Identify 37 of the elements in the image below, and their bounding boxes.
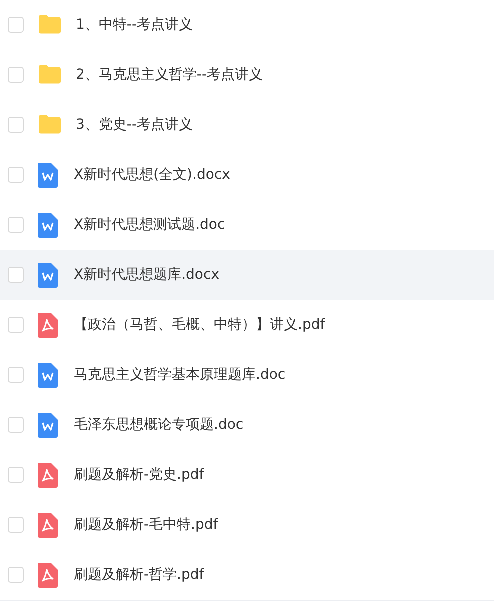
pdf-document-icon (38, 562, 58, 588)
folder-icon (37, 14, 63, 36)
file-name: 刷题及解析-党史.pdf (74, 466, 204, 484)
checkbox[interactable] (8, 117, 24, 133)
pdf-document-icon (38, 462, 58, 488)
word-document-icon (38, 362, 58, 388)
word-document-icon (38, 212, 58, 238)
file-name: 1、中特--考点讲义 (76, 16, 194, 34)
file-name: X新时代思想(全文).docx (74, 166, 230, 184)
checkbox[interactable] (8, 217, 24, 233)
file-name: 毛泽东思想概论专项题.doc (74, 416, 244, 434)
file-name: X新时代思想测试题.doc (74, 216, 226, 234)
file-name: 刷题及解析-毛中特.pdf (74, 516, 218, 534)
file-name: 3、党史--考点讲义 (76, 116, 194, 134)
pdf-document-icon (38, 512, 58, 538)
file-name: 马克思主义哲学基本原理题库.doc (74, 366, 286, 384)
checkbox[interactable] (8, 517, 24, 533)
folder-icon (37, 64, 63, 86)
folder-icon (37, 114, 63, 136)
checkbox[interactable] (8, 267, 24, 283)
checkbox[interactable] (8, 17, 24, 33)
pdf-document-icon (38, 312, 58, 338)
checkbox[interactable] (8, 467, 24, 483)
checkbox[interactable] (8, 67, 24, 83)
file-name: 2、马克思主义哲学--考点讲义 (76, 66, 264, 84)
file-name: 【政治（马哲、毛概、中特）】讲义.pdf (74, 316, 326, 334)
checkbox[interactable] (8, 417, 24, 433)
word-document-icon (38, 262, 58, 288)
file-row[interactable]: X新时代思想题库.docx (0, 250, 494, 300)
word-document-icon (38, 162, 58, 188)
file-name: 刷题及解析-哲学.pdf (74, 566, 204, 584)
word-document-icon (38, 412, 58, 438)
checkbox[interactable] (8, 567, 24, 583)
checkbox[interactable] (8, 167, 24, 183)
checkbox[interactable] (8, 317, 24, 333)
file-name: X新时代思想题库.docx (74, 266, 220, 284)
checkbox[interactable] (8, 367, 24, 383)
